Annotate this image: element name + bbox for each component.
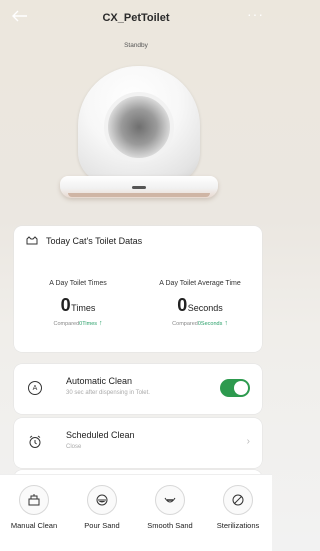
toggle-knob xyxy=(234,381,248,395)
toilet-times-stat: A Day Toilet Times 0 Times Compared0Time… xyxy=(18,280,138,327)
auto-mode-icon: A xyxy=(28,381,42,395)
scheduled-clean-row[interactable]: Scheduled Clean Close › xyxy=(14,418,262,468)
automatic-clean-title: Automatic Clean xyxy=(66,376,133,386)
pour-sand-circle xyxy=(87,485,117,515)
average-time-label: A Day Toilet Average Time xyxy=(159,280,241,287)
device-indicator xyxy=(132,186,146,189)
smooth-sand-button[interactable]: Smooth Sand xyxy=(136,485,204,530)
sterilizations-button[interactable]: Sterilizations xyxy=(204,485,272,530)
scheduled-clean-subtitle: Close xyxy=(66,444,82,450)
arrow-up-icon: ↑ xyxy=(224,320,228,327)
chevron-right-icon: › xyxy=(246,436,250,447)
automatic-clean-toggle[interactable] xyxy=(220,379,250,397)
more-horizontal-icon: ··· xyxy=(247,6,264,22)
toilet-stats-card: Today Cat's Toilet Datas A Day Toilet Ti… xyxy=(14,226,262,352)
compare-prefix: Compared xyxy=(172,321,198,327)
average-time-stat: A Day Toilet Average Time 0 Seconds Comp… xyxy=(140,280,260,327)
compare-prefix: Compared xyxy=(53,321,80,327)
average-time-value: 0 xyxy=(177,295,187,315)
arrow-up-icon: ↑ xyxy=(99,320,103,327)
action-bar: Manual Clean Pour Sand Smooth Sand Steri… xyxy=(0,474,272,551)
alarm-clock-icon xyxy=(29,435,41,448)
automatic-clean-row[interactable]: A Automatic Clean 30 sec after dispensin… xyxy=(14,364,262,414)
cat-litter-icon xyxy=(26,236,38,245)
pour-sand-label: Pour Sand xyxy=(84,521,120,530)
compare-unit: Times xyxy=(82,321,98,327)
smooth-sand-label: Smooth Sand xyxy=(147,521,193,530)
average-time-unit: Seconds xyxy=(187,303,223,313)
manual-clean-button[interactable]: Manual Clean xyxy=(0,485,68,530)
pour-sand-button[interactable]: Pour Sand xyxy=(68,485,136,530)
toilet-times-label: A Day Toilet Times xyxy=(49,280,107,287)
device-opening xyxy=(104,92,174,162)
toilet-times-value: 0 xyxy=(60,295,71,315)
stats-heading: Today Cat's Toilet Datas xyxy=(26,236,142,246)
scheduled-clean-title: Scheduled Clean xyxy=(66,430,135,440)
more-button[interactable]: ··· xyxy=(247,6,264,22)
pour-sand-icon xyxy=(96,494,108,506)
device-base-trim xyxy=(68,193,210,197)
toilet-times-unit: Times xyxy=(71,303,96,313)
stats-heading-text: Today Cat's Toilet Datas xyxy=(46,236,143,246)
compare-unit: Seconds xyxy=(200,321,223,327)
device-status: Standby xyxy=(124,42,148,49)
manual-clean-icon xyxy=(28,494,40,506)
toilet-times-compare: Compared0Times ↑ xyxy=(18,320,138,327)
manual-clean-circle xyxy=(19,485,49,515)
smooth-sand-circle xyxy=(155,485,185,515)
smooth-sand-icon xyxy=(164,497,176,503)
automatic-clean-subtitle: 30 sec after dispensing in Tolet. xyxy=(66,390,150,396)
sterilizations-label: Sterilizations xyxy=(216,521,260,530)
page-title: CX_PetToilet xyxy=(102,12,170,24)
sterilizations-circle xyxy=(223,485,253,515)
average-time-compare: Compared0Seconds ↑ xyxy=(140,320,260,327)
app-header: CX_PetToilet ··· Standby xyxy=(0,0,272,52)
sterilization-icon xyxy=(232,494,244,506)
device-image xyxy=(52,62,222,212)
manual-clean-label: Manual Clean xyxy=(10,521,58,530)
